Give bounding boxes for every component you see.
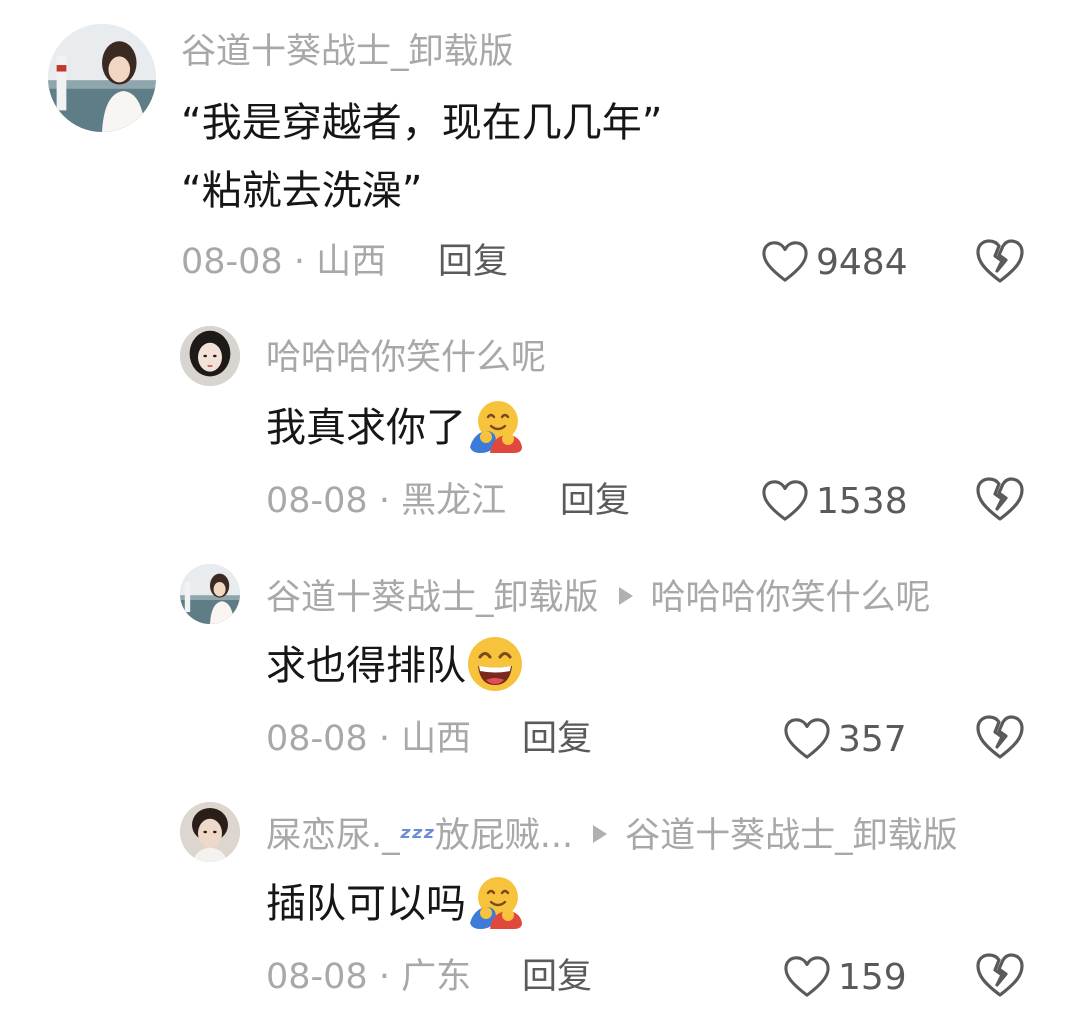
heart-outline-icon bbox=[784, 955, 830, 999]
reply-button[interactable]: 回复 bbox=[560, 479, 630, 523]
grinning-face-emoji bbox=[466, 635, 524, 693]
avatar[interactable] bbox=[180, 564, 240, 624]
date-location: 08-08 · 山西 bbox=[181, 242, 387, 282]
dislike-button[interactable] bbox=[976, 714, 1024, 760]
heart-outline-icon bbox=[762, 479, 808, 523]
avatar[interactable] bbox=[180, 802, 240, 862]
dislike-button[interactable] bbox=[976, 476, 1024, 522]
hugging-face-emoji bbox=[466, 397, 524, 455]
username[interactable]: 谷道十葵战士_卸载版 bbox=[266, 578, 599, 618]
reply-target-username[interactable]: 哈哈哈你笑什么呢 bbox=[651, 578, 931, 618]
reply-button[interactable]: 回复 bbox=[522, 717, 592, 761]
comment-text: 插队可以吗 bbox=[266, 876, 524, 935]
date-location: 08-08 · 黑龙江 bbox=[266, 481, 507, 521]
comment-text: 我真求你了 bbox=[266, 400, 524, 459]
like-button[interactable]: 357 bbox=[784, 714, 907, 764]
hugging-face-emoji bbox=[466, 873, 524, 931]
avatar[interactable] bbox=[48, 24, 156, 132]
broken-heart-icon bbox=[976, 238, 1024, 284]
reply-arrow-icon bbox=[618, 587, 633, 605]
reply-target-username[interactable]: 谷道十葵战士_卸载版 bbox=[625, 816, 958, 856]
like-count: 357 bbox=[838, 718, 907, 760]
comment-text: 求也得排队 bbox=[266, 638, 524, 697]
comment-text-line: “我是穿越者，现在几几年” bbox=[181, 100, 663, 146]
heart-outline-icon bbox=[784, 717, 830, 761]
reply-arrow-icon bbox=[593, 825, 608, 843]
heart-outline-icon bbox=[762, 240, 808, 284]
dislike-button[interactable] bbox=[976, 238, 1024, 284]
zzz-emoji: ᶻᶻᶻ bbox=[399, 821, 435, 854]
broken-heart-icon bbox=[976, 714, 1024, 760]
like-count: 159 bbox=[838, 956, 907, 998]
like-button[interactable]: 9484 bbox=[762, 237, 908, 287]
comment-item: 谷道十葵战士_卸载版 “我是穿越者，现在几几年” “粘就去洗澡” 08-08 ·… bbox=[0, 0, 1080, 300]
like-button[interactable]: 1538 bbox=[762, 476, 908, 526]
broken-heart-icon bbox=[976, 476, 1024, 522]
avatar[interactable] bbox=[180, 326, 240, 386]
username-with-reply-target: 谷道十葵战士_卸载版 哈哈哈你笑什么呢 bbox=[266, 576, 931, 620]
username[interactable]: 哈哈哈你笑什么呢 bbox=[266, 336, 546, 380]
reply-button[interactable]: 回复 bbox=[438, 240, 508, 284]
comment-text-content: 插队可以吗 bbox=[266, 881, 466, 927]
like-count: 1538 bbox=[816, 480, 908, 522]
date-location: 08-08 · 广东 bbox=[266, 957, 472, 997]
like-button[interactable]: 159 bbox=[784, 952, 907, 1002]
like-count: 9484 bbox=[816, 241, 908, 283]
comment-text-line: “粘就去洗澡” bbox=[181, 168, 423, 214]
username[interactable]: 屎恋尿._ᶻᶻᶻ放屁贼... bbox=[266, 816, 573, 856]
date-location: 08-08 · 山西 bbox=[266, 719, 472, 759]
username-with-reply-target: 屎恋尿._ᶻᶻᶻ放屁贼... 谷道十葵战士_卸载版 bbox=[266, 814, 958, 860]
comment-text-content: 求也得排队 bbox=[266, 643, 466, 689]
reply-button[interactable]: 回复 bbox=[522, 955, 592, 999]
dislike-button[interactable] bbox=[976, 952, 1024, 998]
comment-text-content: 我真求你了 bbox=[266, 405, 466, 451]
broken-heart-icon bbox=[976, 952, 1024, 998]
username[interactable]: 谷道十葵战士_卸载版 bbox=[181, 30, 514, 74]
